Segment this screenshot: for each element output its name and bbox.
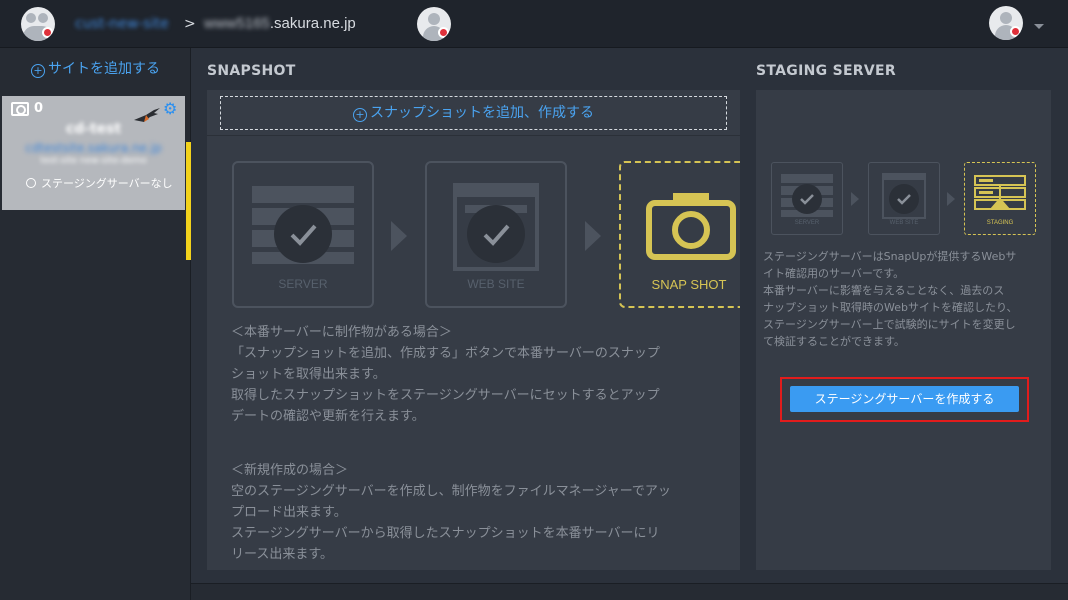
staging-desc-line: て検証することができます。: [763, 335, 905, 348]
server-step: SERVER: [232, 161, 374, 308]
snapshot-section-title: SNAPSHOT: [207, 63, 296, 79]
check-circle-icon: [274, 205, 332, 263]
snapshot-count: 0: [34, 101, 44, 116]
website-step-label: WEB SITE: [467, 277, 525, 291]
arrow-right-icon: [585, 221, 601, 251]
site-url[interactable]: cdtestsite.sakura.ne.jp: [2, 141, 185, 155]
camera-icon: [646, 193, 736, 260]
staging-panel: SERVER WEB SITE STAGING ステージングサーバーはSnapU…: [756, 90, 1051, 570]
add-site-button[interactable]: + サイトを追加する: [0, 58, 191, 78]
staging-step: STAGING: [964, 162, 1036, 235]
staging-server-step-label: SERVER: [794, 220, 820, 226]
desc-new-line: プロード出来ます。: [231, 505, 347, 520]
selected-indicator: [186, 142, 191, 260]
account-avatar[interactable]: [21, 7, 55, 41]
plus-circle-icon: +: [353, 108, 367, 122]
desc-new-line: リース出来ます。: [231, 547, 334, 562]
add-site-label: サイトを追加する: [48, 61, 160, 77]
snapshot-step-label: SNAP SHOT: [651, 277, 727, 292]
desc-new-line: ステージングサーバーから取得したスナップショットを本番サーバーにリ: [231, 526, 660, 541]
top-bar: cust-new-site > www5165.sakura.ne.jp: [0, 0, 1068, 48]
add-snapshot-button[interactable]: + スナップショットを追加、作成する: [220, 96, 727, 130]
website-step: WEB SITE: [425, 161, 567, 308]
camera-icon: [11, 102, 29, 116]
breadcrumb-separator: >: [184, 16, 196, 32]
add-snapshot-label: スナップショットを追加、作成する: [370, 105, 594, 121]
arrow-right-icon: [851, 192, 859, 206]
staging-desc-line: ナップショット取得時のWebサイトを確認したり、: [763, 301, 1018, 314]
check-circle-icon: [889, 184, 919, 214]
desc-existing-line: ショットを取得出来ます。: [231, 367, 386, 382]
staging-step-label: STAGING: [986, 220, 1014, 226]
staging-status-label: ステージングサーバーなし: [41, 177, 173, 190]
snapshot-step: SNAP SHOT: [619, 161, 740, 308]
host-suffix: .sakura.ne.jp: [269, 15, 356, 32]
bottom-strip: [191, 583, 1068, 600]
breadcrumb-host[interactable]: www5165.sakura.ne.jp: [204, 15, 356, 32]
desc-new-line: 空のステージングサーバーを作成し、制作物をファイルマネージャーでアッ: [231, 484, 671, 499]
desc-new-title: ＜新規作成の場合＞: [231, 463, 349, 478]
sidebar: + サイトを追加する 0 ⚙ cd-test cdtestsite.sakura.…: [0, 48, 191, 600]
host-blurred-part: www5165: [204, 15, 270, 32]
arrow-right-icon: [947, 192, 955, 206]
staging-server-step: SERVER: [771, 162, 843, 235]
snapshot-description: ＜本番サーバーに制作物がある場合＞ 「スナップショットを追加、作成する」ボタンで…: [231, 322, 736, 565]
site-title: cd-test: [65, 121, 122, 137]
staging-description: ステージングサーバーはSnapUpが提供するWebサ イト確認用のサーバーです。…: [763, 248, 1049, 350]
staging-server-icon: [974, 175, 1026, 210]
plus-circle-icon: +: [31, 64, 45, 78]
desc-existing-line: 取得したスナップショットをステージングサーバーにセットするとアップ: [231, 388, 660, 403]
breadcrumb-account[interactable]: cust-new-site: [75, 16, 169, 32]
arrow-right-icon: [391, 221, 407, 251]
server-step-label: SERVER: [278, 277, 328, 291]
site-owner-avatar[interactable]: [417, 7, 451, 41]
check-circle-icon: [792, 184, 822, 214]
check-circle-icon: [467, 205, 525, 263]
desc-existing-title: ＜本番サーバーに制作物がある場合＞: [231, 325, 452, 340]
create-staging-server-button[interactable]: ステージングサーバーを作成する: [790, 386, 1019, 412]
divider: [207, 135, 740, 136]
desc-existing-line: 「スナップショットを追加、作成する」ボタンで本番サーバーのスナップ: [231, 346, 660, 361]
power-icon: [26, 178, 36, 188]
snapshot-panel: + スナップショットを追加、作成する SERVER WEB SITE SNAP …: [207, 90, 740, 570]
desc-existing-line: デートの確認や更新を行えます。: [231, 409, 425, 424]
staging-website-step-label: WEB SITE: [889, 220, 919, 226]
staging-status: ステージングサーバーなし: [26, 175, 173, 191]
gear-icon[interactable]: ⚙: [163, 99, 177, 118]
staging-website-step: WEB SITE: [868, 162, 940, 235]
user-menu-caret-icon[interactable]: [1034, 24, 1044, 29]
staging-section-title: STAGING SERVER: [756, 63, 896, 79]
staging-desc-line: ステージングサーバー上で試験的にサイトを変更し: [763, 318, 1016, 331]
site-card[interactable]: 0 ⚙ cd-test cdtestsite.sakura.ne.jp test…: [2, 96, 185, 210]
staging-desc-line: ステージングサーバーはSnapUpが提供するWebサ: [763, 250, 1017, 263]
staging-desc-line: 本番サーバーに影響を与えることなく、過去のス: [763, 284, 1005, 297]
site-subtitle: test-site new-site-demo: [40, 156, 147, 166]
user-avatar[interactable]: [989, 6, 1023, 40]
highlight-frame: ステージングサーバーを作成する: [780, 377, 1029, 422]
staging-desc-line: イト確認用のサーバーです。: [763, 267, 905, 280]
